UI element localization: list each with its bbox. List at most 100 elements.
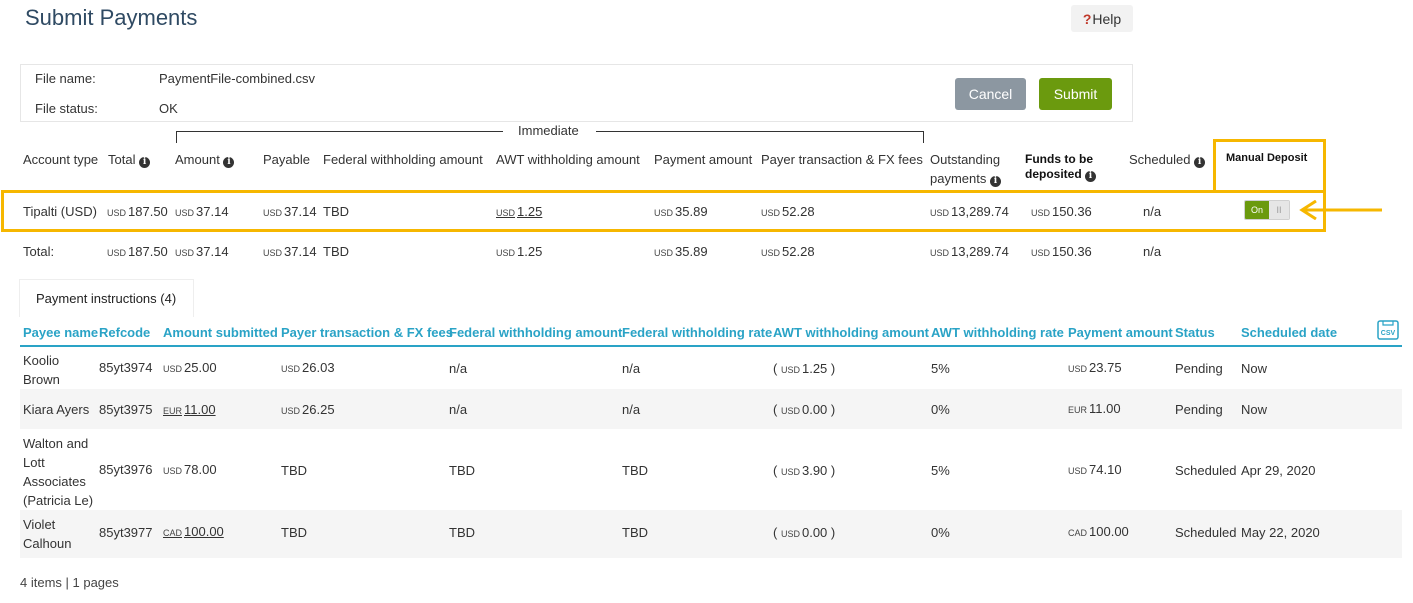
total-outstanding: USD 13,289.74	[930, 244, 1009, 259]
col-federal-rate[interactable]: Federal withholding rate	[622, 325, 772, 340]
info-icon[interactable]: i	[1085, 171, 1097, 182]
col-status[interactable]: Status	[1175, 325, 1215, 340]
total-fees: USD 52.28	[761, 244, 815, 259]
scheduled-date: Now	[1241, 361, 1268, 376]
account-scheduled: n/a	[1143, 204, 1162, 219]
amount-submitted-link[interactable]: EUR 11.00	[163, 402, 216, 417]
info-icon[interactable]: i	[1194, 157, 1206, 168]
account-payment: USD 35.89	[654, 204, 708, 219]
help-button[interactable]: ? Help	[1071, 5, 1133, 32]
pagination-summary: 4 items | 1 pages	[20, 575, 119, 590]
scheduled-date: Now	[1241, 402, 1268, 417]
col-amount-submitted[interactable]: Amount submitted	[163, 325, 278, 340]
col-payment-amount[interactable]: Payment amount	[1068, 325, 1173, 340]
refcode: 85yt3977	[99, 525, 153, 540]
payee-name: Kiara Ayers	[23, 402, 90, 417]
manual-deposit-toggle[interactable]: On II	[1244, 200, 1290, 220]
federal-amount: n/a	[449, 402, 468, 417]
col-payer-fees[interactable]: Payer transaction & FX fees	[281, 325, 453, 340]
immediate-bracket-right	[596, 131, 924, 143]
manual-deposit-highlight	[1213, 139, 1326, 193]
refcode: 85yt3974	[99, 360, 153, 375]
refcode: 85yt3976	[99, 462, 153, 477]
payer-fees: USD 26.25	[281, 402, 335, 417]
col-awt-amount[interactable]: AWT withholding amount	[773, 325, 929, 340]
account-amount: USD 37.14	[175, 204, 229, 219]
amount-submitted: USD 78.00	[163, 462, 217, 477]
header-payment-amount: Payment amount	[654, 152, 753, 167]
status: Scheduled	[1175, 463, 1237, 478]
immediate-bracket-left	[176, 131, 503, 143]
federal-rate: TBD	[622, 463, 648, 478]
page-title: Submit Payments	[25, 5, 198, 30]
header-scheduled: Scheduled i	[1129, 150, 1206, 169]
header-payable: Payable	[263, 152, 310, 167]
amount-submitted: USD 25.00	[163, 360, 217, 375]
awt-rate: 5%	[931, 463, 950, 478]
federal-rate: n/a	[622, 361, 641, 376]
info-icon[interactable]: i	[223, 157, 235, 168]
col-refcode[interactable]: Refcode	[99, 325, 150, 340]
federal-rate: TBD	[622, 525, 648, 540]
total-funds: USD 150.36	[1031, 244, 1092, 259]
help-label: Help	[1092, 10, 1122, 27]
scheduled-date: Apr 29, 2020	[1241, 463, 1316, 478]
awt-amount: ( USD 1.25 )	[773, 361, 836, 376]
awt-amount: ( USD 0.00 )	[773, 525, 836, 540]
col-scheduled-date[interactable]: Scheduled date	[1241, 325, 1337, 340]
awt-rate: 0%	[931, 525, 950, 540]
status: Scheduled	[1175, 525, 1237, 540]
total-total: USD 187.50	[107, 244, 168, 259]
status: Pending	[1175, 402, 1223, 417]
file-name-value: PaymentFile-combined.csv	[159, 71, 316, 86]
arrow-left-icon	[1299, 200, 1382, 220]
header-manual-deposit: Manual Deposit	[1226, 152, 1308, 164]
total-payment: USD 35.89	[654, 244, 708, 259]
federal-amount: TBD	[449, 463, 475, 478]
info-icon[interactable]: i	[139, 157, 151, 168]
header-funds-to-be-deposited: Funds to be deposited i	[1025, 152, 1097, 182]
toggle-off-label: II	[1269, 201, 1289, 219]
cancel-button[interactable]: Cancel	[955, 78, 1026, 110]
header-payer-fees: Payer transaction & FX fees	[761, 152, 923, 167]
col-federal-amount[interactable]: Federal withholding amount	[449, 325, 622, 340]
total-label: Total:	[23, 244, 55, 259]
payer-fees: USD 26.03	[281, 360, 335, 375]
total-awt: USD 1.25	[496, 244, 543, 259]
tab-payment-instructions[interactable]: Payment instructions (4)	[19, 279, 194, 317]
account-outstanding: USD 13,289.74	[930, 204, 1009, 219]
total-amount: USD 37.14	[175, 244, 229, 259]
awt-rate: 0%	[931, 402, 950, 417]
status: Pending	[1175, 361, 1223, 376]
header-account-type: Account type	[23, 152, 99, 167]
total-federal: TBD	[323, 244, 349, 259]
payment-amount: USD 23.75	[1068, 360, 1122, 375]
file-status-value: OK	[159, 101, 178, 116]
info-icon[interactable]: i	[990, 176, 1001, 187]
payee-name: Walton and Lott Associates (Patricia Le)	[23, 436, 94, 508]
account-federal: TBD	[323, 204, 349, 219]
amount-submitted-link[interactable]: CAD 100.00	[163, 524, 224, 539]
account-awt-link[interactable]: USD 1.25	[496, 204, 542, 219]
account-funds: USD 150.36	[1031, 204, 1092, 219]
csv-export-icon[interactable]: CSV	[1377, 320, 1399, 340]
payer-fees: TBD	[281, 525, 307, 540]
col-awt-rate[interactable]: AWT withholding rate	[931, 325, 1064, 340]
total-scheduled: n/a	[1143, 244, 1162, 259]
awt-rate: 5%	[931, 361, 950, 376]
payment-amount: EUR 11.00	[1068, 401, 1121, 416]
federal-amount: TBD	[449, 525, 475, 540]
header-amount: Amount i	[175, 150, 235, 169]
header-total: Total i	[108, 150, 151, 169]
account-total: USD 187.50	[107, 204, 168, 219]
help-icon: ?	[1082, 10, 1092, 27]
awt-amount: ( USD 3.90 )	[773, 463, 836, 478]
account-payable: USD 37.14	[263, 204, 317, 219]
payee-name: Koolio Brown	[23, 353, 60, 387]
col-payee-name[interactable]: Payee name	[23, 325, 98, 340]
submit-button[interactable]: Submit	[1039, 78, 1112, 110]
header-divider	[20, 345, 1402, 347]
header-awt-withholding: AWT withholding amount	[496, 152, 640, 167]
account-type-value: Tipalti (USD)	[23, 204, 97, 219]
account-fees: USD 52.28	[761, 204, 815, 219]
